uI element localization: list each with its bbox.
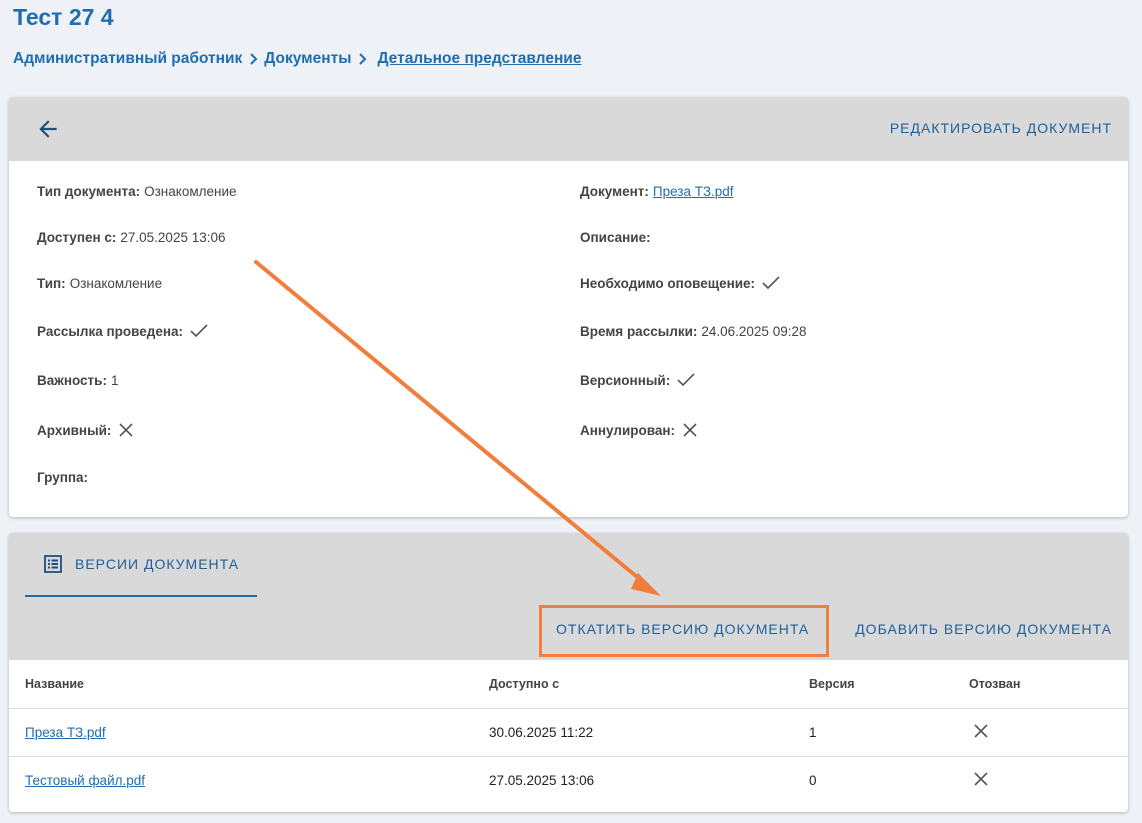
field-versioned: Версионный: (580, 372, 696, 388)
tab-label: ВЕРСИИ ДОКУМЕНТА (75, 556, 240, 572)
column-header-revoked[interactable]: Отозван (969, 660, 1128, 709)
tab-document-versions[interactable]: ВЕРСИИ ДОКУМЕНТА (25, 533, 257, 597)
field-label: Архивный: (37, 422, 112, 438)
cell-version: 1 (809, 708, 969, 757)
field-type: Тип: Ознакомление (37, 276, 162, 291)
field-label: Группа: (37, 470, 89, 485)
field-value: 1 (110, 373, 119, 388)
field-label: Версионный: (580, 372, 671, 388)
column-header-name[interactable]: Название (9, 660, 489, 709)
list-icon (44, 555, 62, 573)
breadcrumb-item-detail[interactable]: Детальное представление (377, 50, 581, 68)
document-versions-card: ВЕРСИИ ДОКУМЕНТА ОТКАТИТЬ ВЕРСИЮ ДОКУМЕН… (9, 533, 1128, 812)
field-value: Ознакомление (144, 184, 237, 199)
field-archived: Архивный: (37, 421, 135, 439)
page-title: Тест 27 4 (13, 4, 114, 30)
breadcrumb: Административный работник Документы Дета… (13, 50, 581, 68)
cell-revoked (969, 708, 1128, 757)
back-arrow-icon[interactable] (35, 116, 61, 142)
field-label: Тип документа: (37, 184, 141, 199)
add-version-button[interactable]: ДОБАВИТЬ ВЕРСИЮ ДОКУМЕНТА (855, 621, 1112, 637)
check-icon (677, 373, 695, 387)
field-label: Необходимо оповещение: (580, 275, 756, 291)
table-header-row: Название Доступно с Версия Отозван (9, 660, 1128, 709)
cross-icon (683, 423, 697, 437)
field-doc-type: Тип документа: Ознакомление (37, 184, 237, 199)
cross-icon (974, 772, 988, 786)
document-link[interactable]: Преза ТЗ.pdf (653, 184, 734, 199)
field-mailing-done: Рассылка проведена: (37, 323, 209, 339)
cell-revoked (969, 756, 1128, 804)
table-row[interactable]: Тестовый файл.pdf 27.05.2025 13:06 0 (9, 756, 1128, 804)
field-label: Аннулирован: (580, 422, 676, 438)
field-description: Описание: (580, 230, 655, 245)
field-available-from: Доступен с: 27.05.2025 13:06 (37, 230, 226, 245)
check-icon (762, 276, 780, 290)
field-document: Документ: Преза ТЗ.pdf (580, 184, 734, 199)
field-mailing-time: Время рассылки: 24.06.2025 09:28 (580, 324, 806, 339)
chevron-right-icon (351, 50, 373, 68)
table-row[interactable]: Преза ТЗ.pdf 30.06.2025 11:22 1 (9, 708, 1128, 757)
highlight-box (539, 605, 829, 657)
cell-name: Преза ТЗ.pdf (9, 708, 489, 757)
column-header-available[interactable]: Доступно с (489, 660, 809, 709)
field-label: Доступен с: (37, 230, 117, 245)
field-label: Рассылка проведена: (37, 323, 183, 339)
cell-date: 27.05.2025 13:06 (489, 772, 595, 788)
chevron-right-icon (242, 50, 264, 68)
field-label: Важность: (37, 373, 107, 388)
field-importance: Важность: 1 (37, 373, 118, 388)
versions-table: Название Доступно с Версия Отозван Преза… (9, 660, 1128, 804)
cell-date: 30.06.2025 11:22 (489, 708, 809, 757)
field-value: Ознакомление (69, 276, 163, 291)
field-notify: Необходимо оповещение: (580, 275, 781, 291)
cross-icon (119, 423, 133, 437)
check-icon (190, 324, 208, 338)
field-label: Тип: (37, 276, 66, 291)
versions-header: ВЕРСИИ ДОКУМЕНТА ОТКАТИТЬ ВЕРСИЮ ДОКУМЕН… (9, 533, 1128, 660)
cell-name: Тестовый файл.pdf (9, 756, 489, 804)
field-group: Группа: (37, 470, 92, 485)
field-value: 27.05.2025 13:06 (120, 230, 226, 245)
field-value: 24.06.2025 09:28 (701, 324, 807, 339)
edit-document-button[interactable]: РЕДАКТИРОВАТЬ ДОКУМЕНТ (890, 120, 1112, 136)
details-header: РЕДАКТИРОВАТЬ ДОКУМЕНТ (9, 97, 1128, 161)
breadcrumb-item-documents[interactable]: Документы (264, 50, 351, 68)
field-label: Время рассылки: (580, 324, 698, 339)
column-header-version[interactable]: Версия (809, 660, 969, 709)
document-details-card: РЕДАКТИРОВАТЬ ДОКУМЕНТ Тип документа: Оз… (9, 97, 1128, 517)
field-annulled: Аннулирован: (580, 421, 699, 439)
cell-version: 0 (809, 772, 817, 788)
field-label: Документ: (580, 184, 649, 199)
field-label: Описание: (580, 230, 651, 245)
file-link[interactable]: Тестовый файл.pdf (25, 773, 145, 788)
cross-icon (974, 723, 988, 738)
breadcrumb-item-admin[interactable]: Административный работник (13, 50, 242, 68)
file-link[interactable]: Преза ТЗ.pdf (25, 725, 106, 740)
